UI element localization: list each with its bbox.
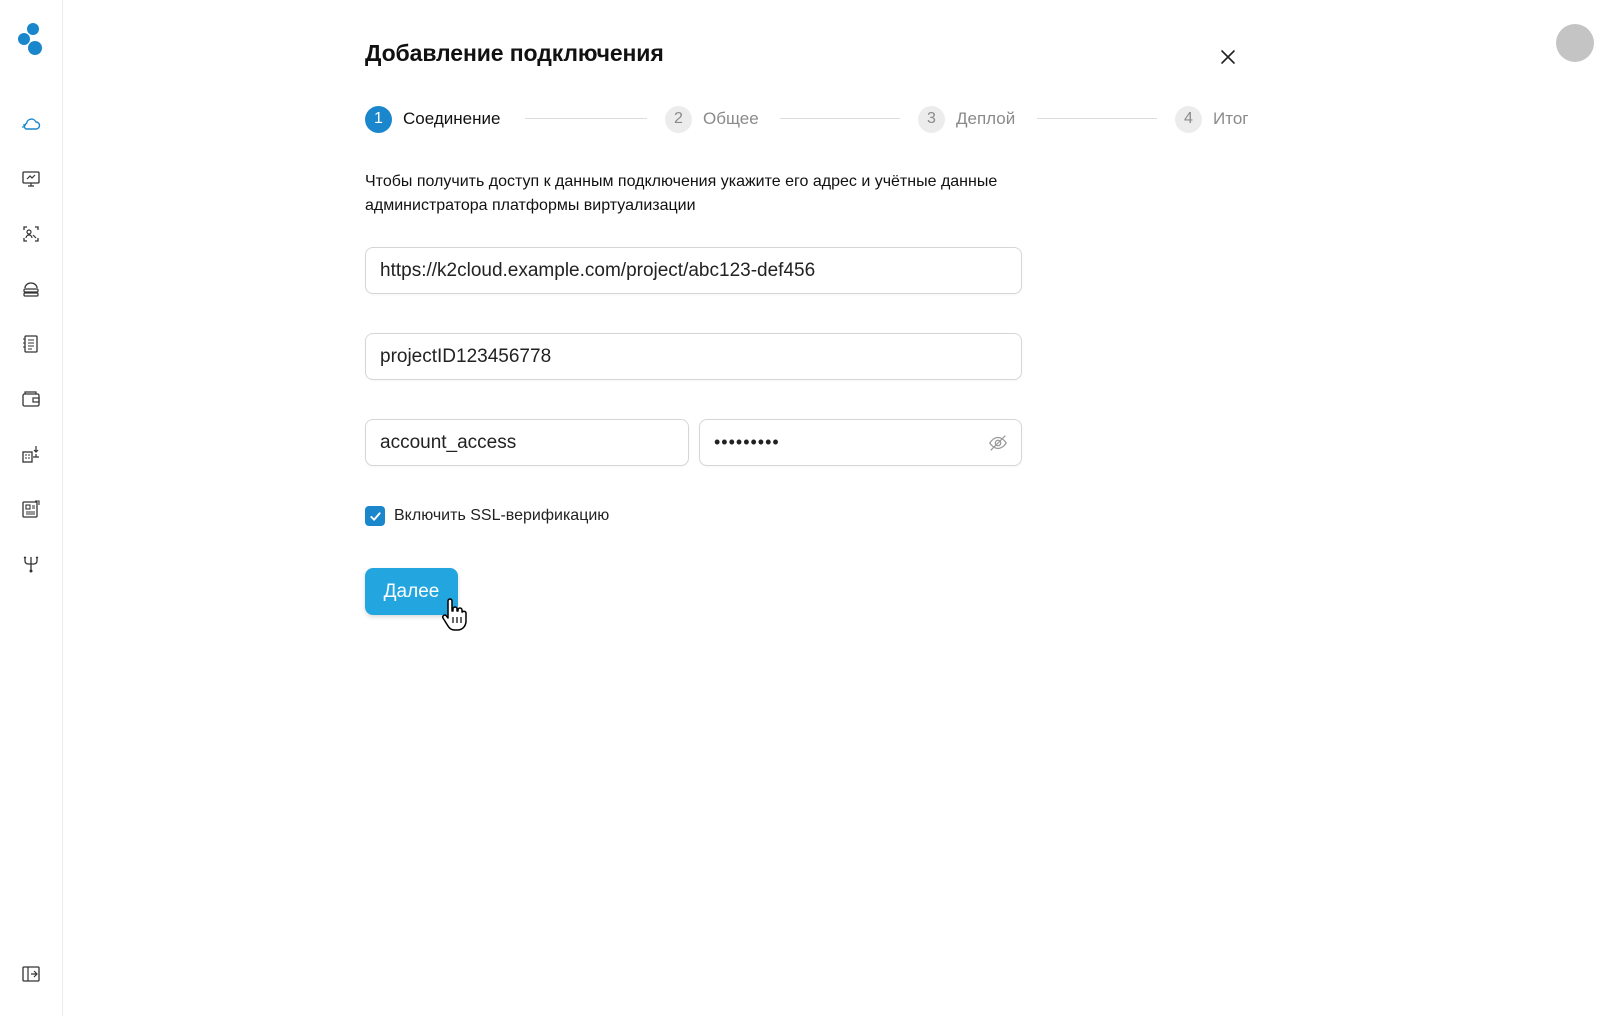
nav-user-scan-icon[interactable] (19, 222, 43, 246)
stepper: 1 Соединение 2 Общее 3 Деплой 4 Итог (365, 105, 1255, 133)
add-connection-dialog: Добавление подключения 1 Соединение 2 Об… (365, 0, 1255, 1016)
password-input[interactable] (700, 420, 1021, 465)
step-label: Деплой (956, 109, 1016, 128)
step-label: Общее (703, 109, 759, 128)
step-label: Соединение (403, 109, 501, 128)
nav-cloud-icon[interactable] (19, 112, 43, 136)
step-number: 3 (918, 105, 945, 133)
step-summary[interactable]: 4 Итог (1175, 105, 1248, 133)
close-button[interactable] (1217, 46, 1239, 68)
checkmark-icon (369, 511, 381, 521)
url-field-wrapper (365, 247, 1022, 294)
close-icon (1221, 50, 1235, 64)
step-number: 1 (365, 105, 392, 133)
username-field-wrapper (365, 419, 689, 466)
step-divider (1037, 118, 1157, 119)
ssl-checkbox-label: Включить SSL-верификацию (394, 507, 610, 524)
step-divider (780, 118, 900, 119)
eye-off-icon (989, 435, 1007, 451)
app-logo[interactable] (16, 22, 46, 56)
step-connection[interactable]: 1 Соединение (365, 105, 500, 133)
password-visibility-toggle[interactable] (987, 432, 1009, 454)
sidebar (0, 0, 63, 1016)
nav-network-branch-icon[interactable] (19, 552, 43, 576)
user-avatar[interactable] (1556, 24, 1594, 62)
username-input[interactable] (366, 420, 688, 465)
url-input[interactable] (366, 248, 1021, 293)
sidebar-collapse-icon[interactable] (19, 962, 43, 986)
nav-dashboard-icon[interactable] (19, 497, 43, 521)
nav-list-document-icon[interactable] (19, 332, 43, 356)
nav-monitor-icon[interactable] (19, 167, 43, 191)
project-id-field-wrapper (365, 333, 1022, 380)
nav-wallet-icon[interactable] (19, 387, 43, 411)
next-button[interactable]: Далее (365, 568, 458, 615)
password-field-wrapper (699, 419, 1022, 466)
step-deploy[interactable]: 3 Деплой (918, 105, 1015, 133)
form-description: Чтобы получить доступ к данным подключен… (365, 173, 998, 214)
step-number: 2 (665, 105, 692, 133)
nav-building-network-icon[interactable] (19, 442, 43, 466)
ssl-checkbox[interactable] (365, 506, 385, 526)
step-label: Итог (1213, 109, 1249, 128)
nav-storage-icon[interactable] (19, 277, 43, 301)
step-number: 4 (1175, 105, 1202, 133)
ssl-verification-row[interactable]: Включить SSL-верификацию (365, 506, 609, 526)
dialog-title: Добавление подключения (365, 40, 664, 66)
step-divider (525, 118, 647, 119)
step-general[interactable]: 2 Общее (665, 105, 759, 133)
project-id-input[interactable] (366, 334, 1021, 379)
